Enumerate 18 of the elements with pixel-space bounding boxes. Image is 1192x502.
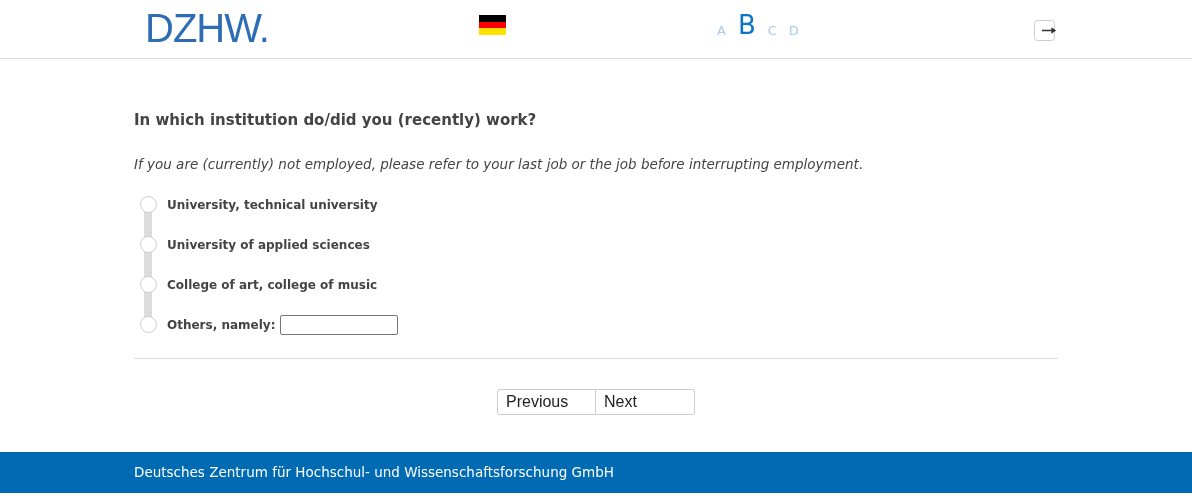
- option-label[interactable]: University of applied sciences: [167, 235, 370, 254]
- radio-button[interactable]: [140, 276, 157, 294]
- instruction-text: If you are (currently) not employed, please refer to your last job or the job before interrupting employment.: [134, 154, 865, 174]
- radio-button[interactable]: [140, 316, 157, 334]
- nav-button[interactable]: Previous: [497, 388, 596, 415]
- radio-button[interactable]: [140, 196, 157, 214]
- logo: DZHW.: [145, 5, 269, 52]
- option-label[interactable]: University, technical university: [167, 195, 378, 214]
- question-title: In which institution do/did you (recently) work?: [134, 110, 538, 131]
- option-label[interactable]: Others, namely:: [167, 315, 276, 334]
- footer-text: Deutsches Zentrum für Hochschul- und Wissenschaftsforschung GmbH: [134, 463, 614, 483]
- logout-icon[interactable]: [1034, 20, 1057, 41]
- text-field[interactable]: [280, 314, 399, 335]
- nav-button[interactable]: Next: [596, 388, 695, 415]
- german-flag-icon[interactable]: [479, 15, 506, 35]
- font-size-option[interactable]: B: [737, 10, 756, 40]
- radio-button[interactable]: [140, 236, 157, 254]
- option-label[interactable]: College of art, college of music: [167, 275, 378, 294]
